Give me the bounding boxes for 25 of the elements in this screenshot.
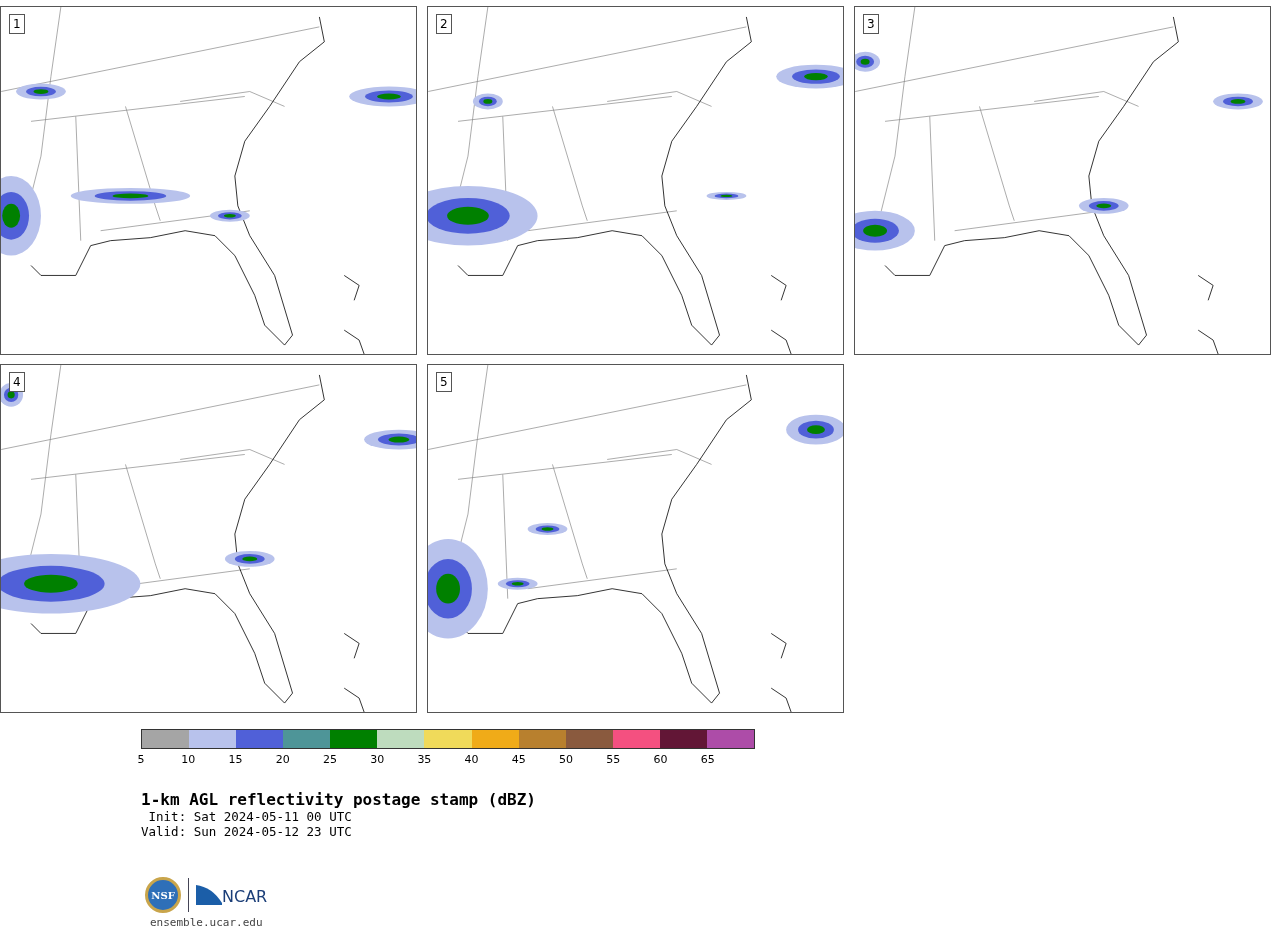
tick-label: 20 (275, 754, 290, 766)
tick-label: 45 (511, 754, 526, 766)
tick-label: 10 (181, 754, 196, 766)
panel-number: 1 (9, 14, 25, 34)
tick-label: 35 (417, 754, 432, 766)
tick-label: 5 (137, 754, 145, 766)
panel-number: 3 (863, 14, 879, 34)
tick-label: 65 (700, 754, 715, 766)
valid-time: Valid: Sun 2024-05-12 23 UTC (141, 824, 353, 839)
tick-label: 25 (322, 754, 337, 766)
wave-icon (196, 885, 222, 905)
nsf-logo: NSF (145, 877, 181, 913)
tick-label: 40 (464, 754, 479, 766)
ncar-logo: NCAR (196, 885, 268, 905)
tick-label: 60 (653, 754, 668, 766)
tick-label: 50 (559, 754, 574, 766)
tick-label: 30 (370, 754, 385, 766)
init-time: Init: Sat 2024-05-11 00 UTC (147, 809, 353, 824)
site-url: ensemble.ucar.edu (150, 915, 264, 931)
panel-number: 4 (9, 372, 25, 392)
panel-number: 2 (436, 14, 452, 34)
tick-label: 15 (228, 754, 243, 766)
panel-number: 5 (436, 372, 452, 392)
tick-label: 55 (606, 754, 621, 766)
chart-title: 1-km AGL reflectivity postage stamp (dBZ) (141, 791, 537, 809)
